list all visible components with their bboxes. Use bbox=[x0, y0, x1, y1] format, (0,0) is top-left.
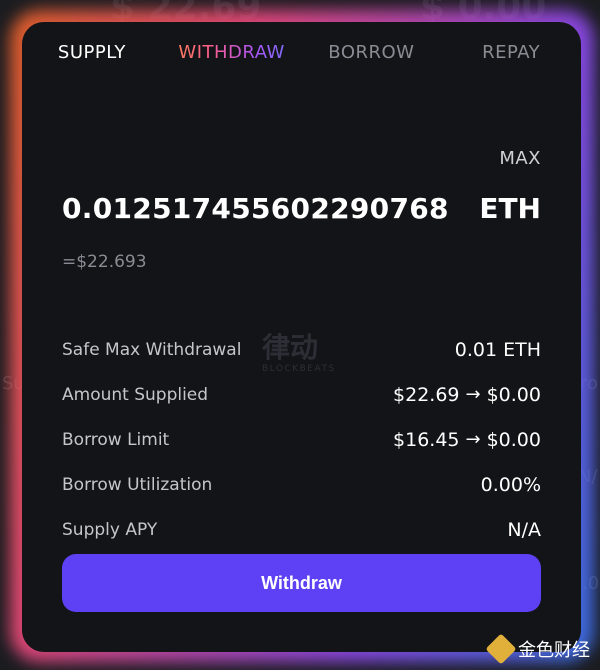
detail-row-amount-supplied: Amount Supplied $22.69 → $0.00 bbox=[62, 372, 541, 417]
detail-row-borrow-limit: Borrow Limit $16.45 → $0.00 bbox=[62, 417, 541, 462]
jinse-logo-icon bbox=[485, 633, 517, 665]
amount-input[interactable]: 0.012517455602290768 bbox=[62, 192, 449, 225]
detail-label: Supply APY bbox=[62, 519, 158, 540]
watermark-text: 金色财经 bbox=[518, 640, 590, 661]
max-button[interactable]: MAX bbox=[499, 148, 541, 169]
detail-label: Safe Max Withdrawal bbox=[62, 339, 242, 360]
token-unit: ETH bbox=[479, 192, 541, 225]
tab-borrow[interactable]: BORROW bbox=[302, 22, 442, 82]
detail-label: Borrow Utilization bbox=[62, 474, 213, 495]
detail-value: 0.00% bbox=[480, 473, 541, 496]
detail-value: $22.69 → $0.00 bbox=[393, 384, 541, 406]
detail-value: 0.01 ETH bbox=[454, 338, 541, 361]
watermark-cn: 律动 bbox=[262, 331, 319, 364]
usd-equivalent: =$22.693 bbox=[62, 252, 147, 272]
blockbeats-watermark: 律动 BLOCKBEATS bbox=[262, 331, 336, 375]
jinse-watermark: 金色财经 bbox=[485, 633, 590, 665]
arrow-right-icon: → bbox=[465, 429, 481, 450]
tab-bar: SUPPLY WITHDRAW BORROW REPAY bbox=[22, 22, 581, 82]
detail-value: N/A bbox=[507, 518, 541, 541]
withdraw-button[interactable]: Withdraw bbox=[62, 554, 541, 612]
detail-row-borrow-utilization: Borrow Utilization 0.00% bbox=[62, 462, 541, 507]
arrow-right-icon: → bbox=[465, 384, 481, 405]
tab-repay[interactable]: REPAY bbox=[441, 22, 581, 82]
value-from: $22.69 bbox=[393, 383, 460, 406]
detail-row-supply-apy: Supply APY N/A bbox=[62, 507, 541, 552]
detail-value: $16.45 → $0.00 bbox=[393, 429, 541, 451]
watermark-en: BLOCKBEATS bbox=[262, 364, 336, 374]
tab-supply[interactable]: SUPPLY bbox=[22, 22, 162, 82]
withdraw-modal: SUPPLY WITHDRAW BORROW REPAY MAX 0.01251… bbox=[22, 22, 581, 652]
detail-label: Amount Supplied bbox=[62, 384, 209, 405]
tab-withdraw[interactable]: WITHDRAW bbox=[162, 22, 302, 82]
value-to: $0.00 bbox=[486, 428, 541, 451]
detail-label: Borrow Limit bbox=[62, 429, 170, 450]
value-to: $0.00 bbox=[486, 383, 541, 406]
value-from: $16.45 bbox=[393, 428, 460, 451]
